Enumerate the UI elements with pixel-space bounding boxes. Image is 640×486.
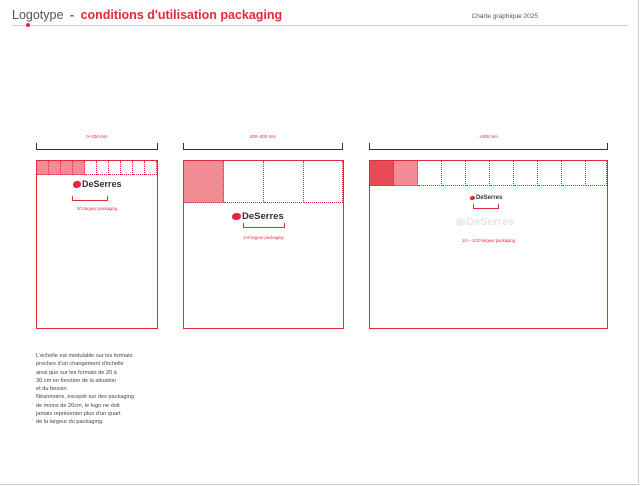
logo-width-label: 1/4 – 1/10 largeur packaging	[461, 238, 516, 243]
grid-cell	[586, 161, 607, 186]
grid-cell	[49, 161, 61, 175]
size-range-bracket-1	[36, 143, 158, 150]
logo-width-bracket	[243, 223, 285, 228]
logo-width-label: 3/3 largeur packaging	[76, 206, 118, 211]
grid-cell	[490, 161, 514, 186]
size-range-label-2: 200–300 mm	[249, 134, 277, 139]
logo-mark-ghost-icon	[456, 218, 465, 226]
logo-mark-icon	[232, 213, 241, 220]
logo-width-label: 1/4 largeur packaging	[243, 235, 284, 240]
grid-cell	[418, 161, 442, 186]
grid-cell	[73, 161, 85, 175]
grid-cell	[37, 161, 49, 175]
grid-cell	[394, 161, 418, 186]
logo-wordmark: DeSerres	[242, 211, 284, 222]
packaging-panel-large: DeSerres DeSerres 1/4 – 1/10 largeur pac…	[369, 160, 608, 329]
grid-cell	[121, 161, 133, 175]
logo-mark-icon	[73, 180, 81, 188]
grid-cell	[145, 161, 157, 175]
grid-cell	[514, 161, 538, 186]
logo-wordmark-ghost: DeSerres	[466, 216, 515, 228]
scale-grid-large	[370, 161, 607, 186]
grid-cell	[133, 161, 145, 175]
grid-cell	[264, 161, 304, 203]
packaging-panel-medium: DeSerres 1/4 largeur packaging	[183, 160, 344, 329]
deserres-logo-ghost: DeSerres	[456, 216, 514, 228]
text-line: ainsi que sur les formats de 20 à	[36, 369, 117, 376]
grid-cell	[224, 161, 264, 203]
grid-cell	[304, 161, 343, 203]
grid-cell	[562, 161, 586, 186]
page-title: Logotype - conditions d'utilisation pack…	[12, 8, 282, 22]
grid-cell	[97, 161, 109, 175]
deserres-logo: DeSerres	[232, 211, 284, 222]
logo-mark-icon	[470, 196, 475, 200]
usage-description: L'échelle est modulable sur les formats …	[36, 352, 176, 427]
grid-cell	[370, 161, 394, 186]
deserres-logo: DeSerres	[470, 195, 502, 201]
logo-wordmark: DeSerres	[82, 179, 122, 189]
grid-cell	[109, 161, 121, 175]
title-separator: -	[69, 8, 75, 22]
header-divider	[12, 25, 628, 26]
title-accent: conditions d'utilisation packaging	[80, 8, 283, 22]
scale-grid-medium	[184, 161, 343, 203]
text-line: 30 cm en fonction de la situation	[36, 377, 117, 384]
grid-cell	[442, 161, 466, 186]
size-range-label-1: 0–200 mm	[86, 134, 108, 139]
logo-width-bracket	[473, 204, 499, 209]
size-range-bracket-3	[369, 143, 608, 150]
text-line: de moins de 20cm, le logo ne doit	[36, 402, 120, 409]
grid-cell	[184, 161, 224, 203]
text-line: et du besoin.	[36, 386, 69, 393]
text-line: proches d'un changement d'échelle	[36, 361, 124, 368]
size-range-label-3: +300 mm	[479, 134, 498, 139]
logo-width-bracket	[72, 196, 108, 201]
grid-cell	[538, 161, 562, 186]
grid-cell	[85, 161, 97, 175]
header-right-label: Charte graphique 2025	[471, 13, 539, 20]
deserres-logo: DeSerres	[73, 179, 122, 189]
text-line: L'échelle est modulable sur les formats	[36, 353, 133, 359]
text-line: de la largeur du packaging.	[36, 419, 104, 426]
header-accent-dot	[26, 23, 30, 27]
logo-wordmark: DeSerres	[476, 195, 503, 201]
text-line: jamais représenter plus d'un quart	[36, 411, 121, 418]
title-plain: Logotype	[12, 8, 64, 22]
scale-grid-small	[37, 161, 157, 175]
size-range-bracket-2	[183, 143, 343, 150]
packaging-panel-small: DeSerres 3/3 largeur packaging	[36, 160, 158, 329]
text-line: Néanmoins, excepté sur des packaging	[36, 394, 134, 401]
grid-cell	[61, 161, 73, 175]
grid-cell	[466, 161, 490, 186]
